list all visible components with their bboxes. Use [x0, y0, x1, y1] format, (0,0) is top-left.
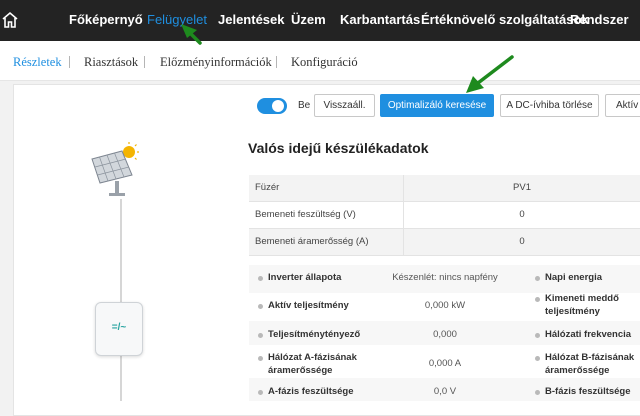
metric-label: Kimeneti meddő teljesítmény	[545, 293, 619, 317]
inverter-symbol: =/~	[111, 322, 127, 333]
table-cell: 0	[519, 209, 525, 220]
bullet-dot	[535, 297, 540, 302]
tab-divider	[69, 56, 70, 68]
toggle-label: Be	[298, 100, 311, 111]
metric-label: Hálózat B-fázisának áramerőssége	[545, 352, 635, 376]
connection-line	[120, 199, 122, 401]
metric-label: Inverter állapota	[268, 272, 342, 283]
bullet-dot	[535, 276, 540, 281]
table-header-cell: Füzér	[249, 175, 404, 201]
nav-item-jelentesek[interactable]: Jelentések	[218, 12, 285, 27]
nav-item-fokepernyo[interactable]: Főképernyő	[69, 12, 143, 27]
table-cell: Bemeneti feszültség (V)	[249, 202, 404, 228]
sub-navigation-tabs: Részletek Riasztások Előzményinformációk…	[0, 41, 640, 81]
metric-label: Hálózati frekvencia	[545, 329, 632, 340]
toggle-knob	[272, 100, 284, 112]
tab-divider	[276, 56, 277, 68]
metric-value: Készenlét: nincs napfény	[392, 272, 498, 283]
table-header-row: Füzér PV1	[249, 175, 640, 202]
nav-item-ertekbovelo-szolgaltatasok[interactable]: Értéknövelő szolgáltatások	[421, 12, 589, 27]
nav-item-uzem[interactable]: Üzem	[291, 12, 326, 27]
metric-label: B-fázis feszültsége	[545, 386, 631, 397]
metric-label: Hálózat A-fázisának áramerőssége	[268, 352, 357, 376]
metric-label: Aktív teljesítmény	[268, 300, 349, 311]
section-title: Valós idejű készülékadatok	[248, 140, 429, 156]
metric-value: 0,000 A	[428, 358, 462, 369]
reset-button[interactable]: Visszaáll.	[314, 94, 375, 117]
metric-value: 0,0 V	[433, 386, 457, 397]
top-navigation-bar: Főképernyő Felügyelet Jelentések Üzem Ka…	[0, 0, 640, 41]
bullet-dot	[535, 390, 540, 395]
bullet-dot	[258, 356, 263, 361]
bullet-dot	[258, 304, 263, 309]
table-row: Bemeneti áramerősség (A) 0	[249, 229, 640, 256]
solar-panel-icon	[91, 142, 139, 196]
bullet-dot	[535, 333, 540, 338]
metric-label: A-fázis feszültsége	[268, 386, 354, 397]
inverter-icon: =/~	[95, 302, 143, 356]
nav-item-rendszer[interactable]: Rendszer	[570, 12, 629, 27]
bullet-dot	[258, 276, 263, 281]
tab-konfiguracio[interactable]: Konfiguráció	[291, 55, 358, 70]
bullet-dot	[258, 390, 263, 395]
metric-value: 0,000	[433, 329, 457, 340]
bullet-dot	[535, 356, 540, 361]
home-icon[interactable]	[2, 11, 18, 29]
tab-riasztasok[interactable]: Riasztások	[84, 55, 138, 70]
bullet-dot	[258, 333, 263, 338]
nav-item-karbantartas[interactable]: Karbantartás	[340, 12, 420, 27]
table-header-cell: PV1	[513, 182, 531, 193]
nav-item-felugyelet[interactable]: Felügyelet	[147, 12, 207, 27]
power-toggle[interactable]	[257, 98, 287, 114]
tab-divider	[144, 56, 145, 68]
table-row: Bemeneti feszültség (V) 0	[249, 202, 640, 229]
active-button[interactable]: Aktív	[605, 94, 640, 117]
tab-elozmenyinformaciok[interactable]: Előzményinformációk	[160, 55, 272, 70]
search-optimizer-button[interactable]: Optimalizáló keresése	[380, 94, 494, 117]
table-cell: 0	[519, 236, 525, 247]
tab-reszletek[interactable]: Részletek	[13, 55, 62, 70]
clear-dc-arc-fault-button[interactable]: A DC-ívhiba törlése	[500, 94, 599, 117]
metric-value: 0,000 kW	[424, 300, 466, 311]
metric-label: Teljesítménytényező	[268, 329, 361, 340]
table-cell: Bemeneti áramerősség (A)	[249, 229, 404, 255]
metric-label: Napi energia	[545, 272, 603, 283]
